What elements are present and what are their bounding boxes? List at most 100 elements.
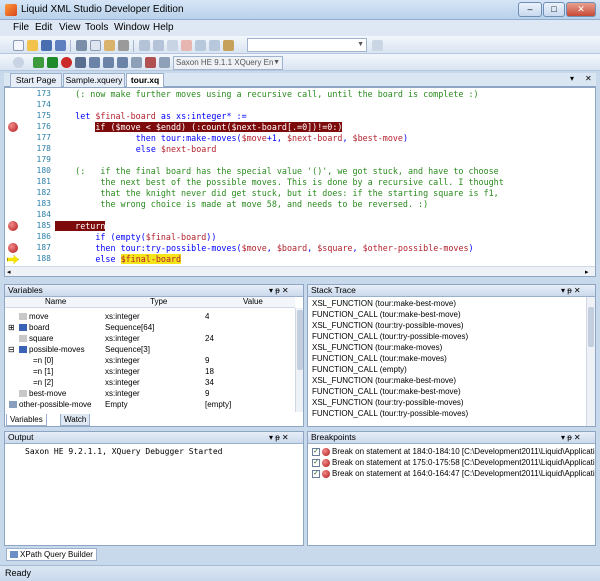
settings-icon[interactable] — [13, 57, 24, 68]
panel-controls[interactable]: ▾ ᵽ ✕ — [561, 432, 581, 443]
breakpoint-row[interactable]: ✓ Break on statement at 164:0-164:47 [C:\… — [312, 468, 595, 479]
stop-icon[interactable] — [61, 57, 72, 68]
stack-frame[interactable]: FUNCTION_CALL (tour:try-possible-moves) — [312, 408, 468, 419]
breakpoint-row[interactable]: ✓ Break on statement at 184:0-184:10 [C:\… — [312, 446, 595, 457]
stack-frame[interactable]: XSL_FUNCTION (tour:try-possible-moves) — [312, 397, 464, 408]
close-tab-icon[interactable]: ✕ — [585, 74, 592, 83]
variable-type: xs:integer — [105, 356, 140, 365]
variable-row[interactable]: move — [19, 312, 49, 322]
tab-start-page[interactable]: Start Page — [10, 73, 62, 87]
stack-frame[interactable]: FUNCTION_CALL (tour:make-best-move) — [312, 309, 461, 320]
tab-xpath-query-builder[interactable]: XPath Query Builder — [6, 548, 97, 561]
redo-icon[interactable] — [153, 40, 164, 51]
run-icon[interactable] — [33, 57, 44, 68]
variable-row[interactable]: square — [19, 334, 53, 344]
checkbox-checked-icon[interactable]: ✓ — [312, 469, 320, 478]
stack-frame[interactable]: FUNCTION_CALL (tour:make-moves) — [312, 353, 447, 364]
variable-row[interactable]: =n [2] — [33, 378, 53, 388]
stack-frame[interactable]: XSL_FUNCTION (tour:try-possible-moves) — [312, 320, 464, 331]
variable-row[interactable]: =n [1] — [33, 367, 53, 377]
step-out-icon[interactable] — [117, 57, 128, 68]
menu-help[interactable]: Help — [153, 22, 174, 33]
tab-tour-xq[interactable]: tour.xq — [126, 73, 164, 88]
pause-icon[interactable] — [75, 57, 86, 68]
xquery-engine-select[interactable]: Saxon HE 9.1.1 XQuery En ▼ — [173, 56, 283, 70]
window-title: Liquid XML Studio Developer Edition — [21, 4, 184, 15]
breakpoint-row[interactable]: ✓ Break on statement at 175:0-175:58 [C:\… — [312, 457, 595, 468]
undo-icon[interactable] — [139, 40, 150, 51]
stack-frame[interactable]: XSL_FUNCTION (tour:make-best-move) — [312, 298, 456, 309]
stack-frame[interactable]: FUNCTION_CALL (empty) — [312, 364, 407, 375]
options-icon[interactable] — [372, 40, 383, 51]
menu-view[interactable]: View — [59, 22, 81, 33]
breakpoint-marker-icon[interactable] — [8, 122, 18, 132]
stack-frame[interactable]: XSL_FUNCTION (tour:make-moves) — [312, 342, 442, 353]
panel-controls[interactable]: ▾ ᵽ ✕ — [269, 285, 289, 296]
debug-start-icon[interactable] — [47, 57, 58, 68]
cut-icon[interactable] — [76, 40, 87, 51]
step-over-icon[interactable] — [103, 57, 114, 68]
menu-edit[interactable]: Edit — [35, 22, 52, 33]
clear-breakpoints-icon[interactable] — [145, 57, 156, 68]
new-file-icon[interactable] — [13, 40, 24, 51]
minimize-button[interactable]: – — [518, 2, 542, 17]
variable-row[interactable]: other-possible-move — [9, 400, 105, 410]
stack-frame[interactable]: FUNCTION_CALL (tour:make-best-move) — [312, 386, 461, 397]
forward-icon[interactable] — [209, 40, 220, 51]
menu-tools[interactable]: Tools — [85, 22, 108, 33]
tab-variables[interactable]: Variables — [6, 414, 47, 426]
print-icon[interactable] — [167, 40, 178, 51]
variables-scrollbar[interactable] — [295, 308, 303, 412]
tab-watch[interactable]: Watch — [60, 414, 91, 426]
tab-list-icon[interactable]: ▾ — [570, 74, 574, 83]
close-button[interactable]: ✕ — [566, 2, 596, 17]
find-icon[interactable] — [181, 40, 192, 51]
back-icon[interactable] — [195, 40, 206, 51]
variable-row[interactable]: possible-moves — [19, 345, 85, 355]
line-number: 183 — [36, 199, 51, 208]
scroll-thumb[interactable] — [588, 307, 594, 347]
delete-icon[interactable] — [118, 40, 129, 51]
save-all-icon[interactable] — [55, 40, 66, 51]
breakpoint-marker-icon[interactable] — [8, 221, 18, 231]
open-folder-icon[interactable] — [27, 40, 38, 51]
stack-scrollbar[interactable] — [586, 297, 595, 426]
checkbox-checked-icon[interactable]: ✓ — [312, 458, 320, 467]
scroll-left-icon[interactable]: ◂ — [7, 268, 11, 276]
code-token: , — [352, 243, 363, 253]
column-name-header[interactable]: Name — [45, 297, 66, 307]
checkbox-checked-icon[interactable]: ✓ — [312, 447, 320, 456]
expand-icon[interactable]: ⊞ — [8, 323, 15, 333]
code-token: if (empty( — [95, 232, 146, 242]
tab-sample-xquery[interactable]: Sample.xquery — [63, 73, 125, 87]
menu-file[interactable]: File — [13, 22, 29, 33]
step-into-icon[interactable] — [89, 57, 100, 68]
variable-row[interactable]: best-move — [19, 389, 66, 399]
save-icon[interactable] — [41, 40, 52, 51]
find-combo[interactable]: ▼ — [247, 38, 367, 52]
panel-controls[interactable]: ▾ ᵽ ✕ — [269, 432, 289, 443]
copy-icon[interactable] — [90, 40, 101, 51]
paste-icon[interactable] — [104, 40, 115, 51]
editor-horizontal-scrollbar[interactable]: ◂ ▸ — [5, 266, 595, 276]
scroll-thumb[interactable] — [297, 310, 303, 370]
code-token: $move — [241, 243, 267, 253]
breakpoint-icon[interactable] — [131, 57, 142, 68]
variable-name: best-move — [29, 389, 67, 398]
column-value-header[interactable]: Value — [243, 297, 263, 307]
variable-row[interactable]: board — [19, 323, 49, 333]
maximize-button[interactable]: □ — [543, 2, 565, 17]
scroll-right-icon[interactable]: ▸ — [585, 268, 589, 276]
code-editor[interactable]: 173 174 175 176 177 178 179 180 181 182 … — [4, 87, 596, 277]
bookmark-icon[interactable] — [223, 40, 234, 51]
watch-icon[interactable] — [159, 57, 170, 68]
line-number: 177 — [36, 133, 51, 142]
menu-window[interactable]: Window — [114, 22, 150, 33]
panel-controls[interactable]: ▾ ᵽ ✕ — [561, 285, 581, 296]
stack-frame[interactable]: XSL_FUNCTION (tour:make-best-move) — [312, 375, 456, 386]
stack-frame[interactable]: FUNCTION_CALL (tour:try-possible-moves) — [312, 331, 468, 342]
breakpoint-marker-icon[interactable] — [8, 243, 18, 253]
variable-row[interactable]: =n [0] — [33, 356, 53, 366]
collapse-icon[interactable]: ⊟ — [8, 345, 15, 355]
column-type-header[interactable]: Type — [150, 297, 167, 307]
